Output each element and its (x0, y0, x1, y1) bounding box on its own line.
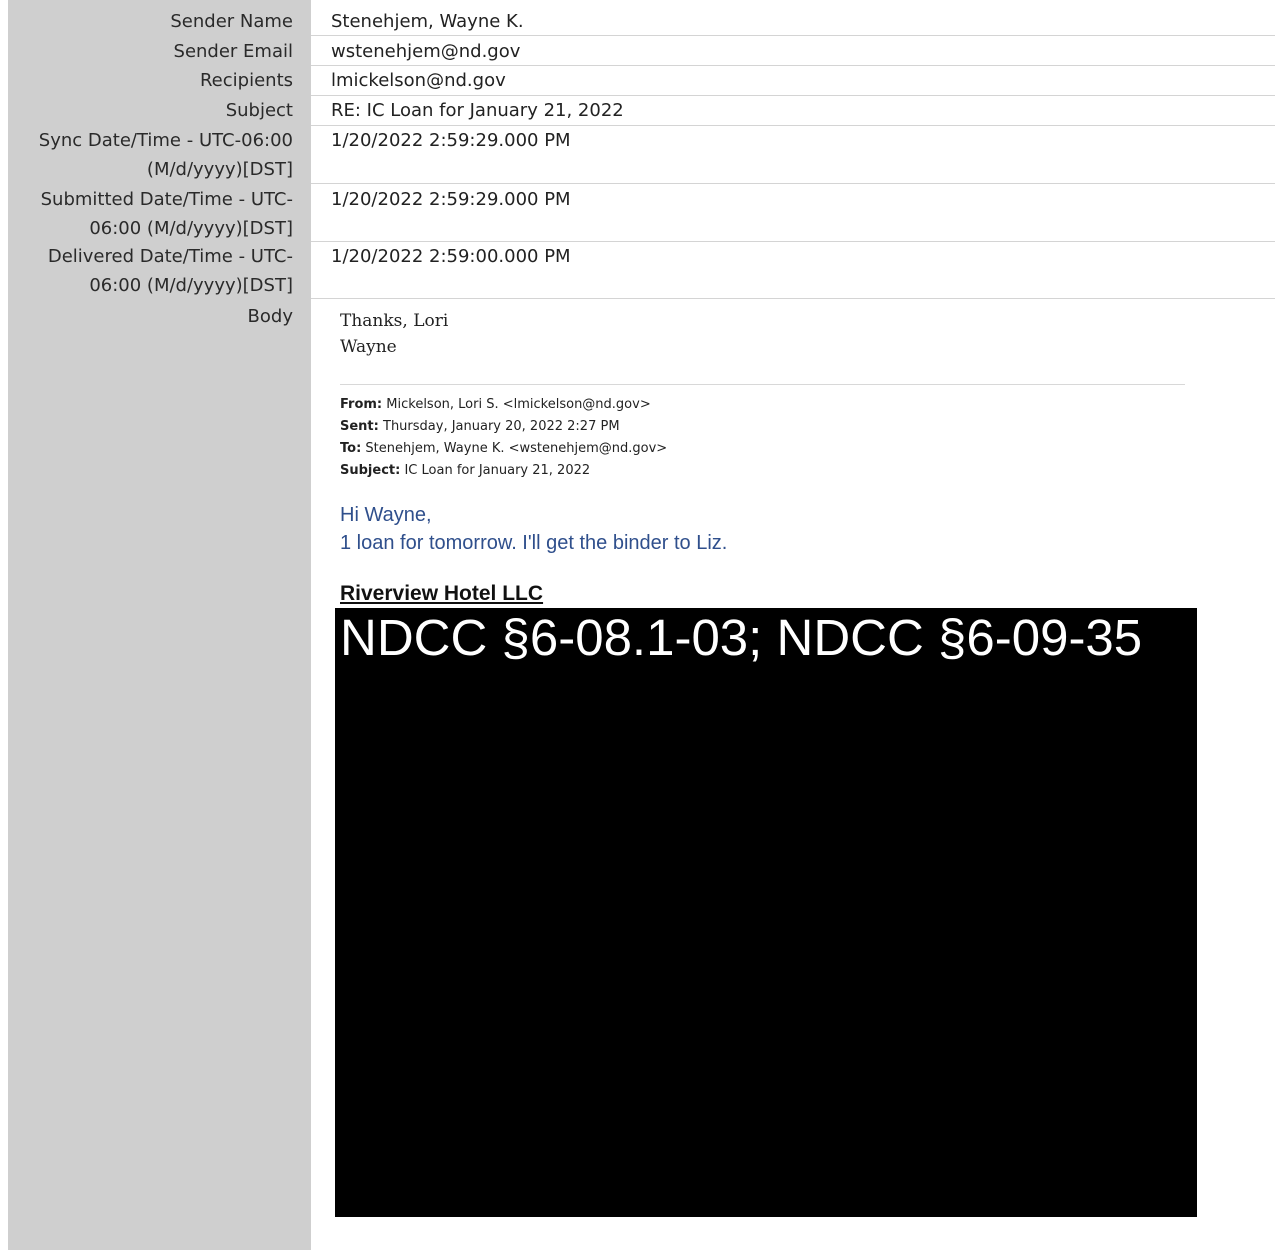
field-label: Subject (225, 100, 293, 121)
row-divider (311, 241, 1275, 242)
row-divider (311, 125, 1275, 126)
forwarded-header: From: Mickelson, Lori S. <lmickelson@nd.… (340, 394, 1200, 482)
signoff-line: Thanks, Lori (340, 311, 449, 331)
field-label: Sender Email (173, 41, 293, 62)
company-name: Riverview Hotel LLC (340, 582, 544, 605)
field-value: RE: IC Loan for January 21, 2022 (331, 100, 624, 121)
message-text: 1 loan for tomorrow. I'll get the binder… (340, 532, 728, 554)
field-label: Submitted Date/Time - UTC- (40, 189, 293, 210)
field-label: Delivered Date/Time - UTC- (47, 246, 293, 267)
field-label-continued: (M/d/yyyy)[DST] (146, 159, 293, 180)
field-value: Stenehjem, Wayne K. (331, 11, 524, 32)
field-value: 1/20/2022 2:59:29.000 PM (331, 189, 571, 210)
field-value: lmickelson@nd.gov (331, 70, 506, 91)
field-value: 1/20/2022 2:59:00.000 PM (331, 246, 571, 267)
field-label: Recipients (199, 70, 293, 91)
redaction-citation: NDCC §6-08.1-03; NDCC §6-09-35 (340, 609, 1143, 666)
row-divider (311, 183, 1275, 184)
row-divider (311, 65, 1275, 66)
row-divider (311, 95, 1275, 96)
signoff-name: Wayne (340, 337, 397, 357)
forward-subject: Subject: IC Loan for January 21, 2022 (340, 463, 591, 478)
forward-separator (340, 384, 1185, 385)
field-label: Body (247, 306, 293, 327)
field-value: wstenehjem@nd.gov (331, 41, 521, 62)
greeting: Hi Wayne, 1 loan for tomorrow. I'll get … (340, 501, 1200, 557)
field-label-continued: 06:00 (M/d/yyyy)[DST] (89, 218, 293, 239)
row-divider (311, 298, 1275, 299)
field-value: 1/20/2022 2:59:29.000 PM (331, 130, 571, 151)
redaction-box: NDCC §6-08.1-03; NDCC §6-09-35 (335, 608, 1197, 1217)
forward-sent: Sent: Thursday, January 20, 2022 2:27 PM (340, 419, 620, 434)
field-label-continued: 06:00 (M/d/yyyy)[DST] (89, 275, 293, 296)
forward-from: From: Mickelson, Lori S. <lmickelson@nd.… (340, 397, 651, 412)
row-divider (311, 35, 1275, 36)
message-body: Thanks, Lori Wayne From: Mickelson, Lori… (340, 308, 1200, 606)
field-label: Sync Date/Time - UTC-06:00 (38, 130, 293, 151)
field-label: Sender Name (170, 11, 293, 32)
forward-to: To: Stenehjem, Wayne K. <wstenehjem@nd.g… (340, 441, 668, 456)
